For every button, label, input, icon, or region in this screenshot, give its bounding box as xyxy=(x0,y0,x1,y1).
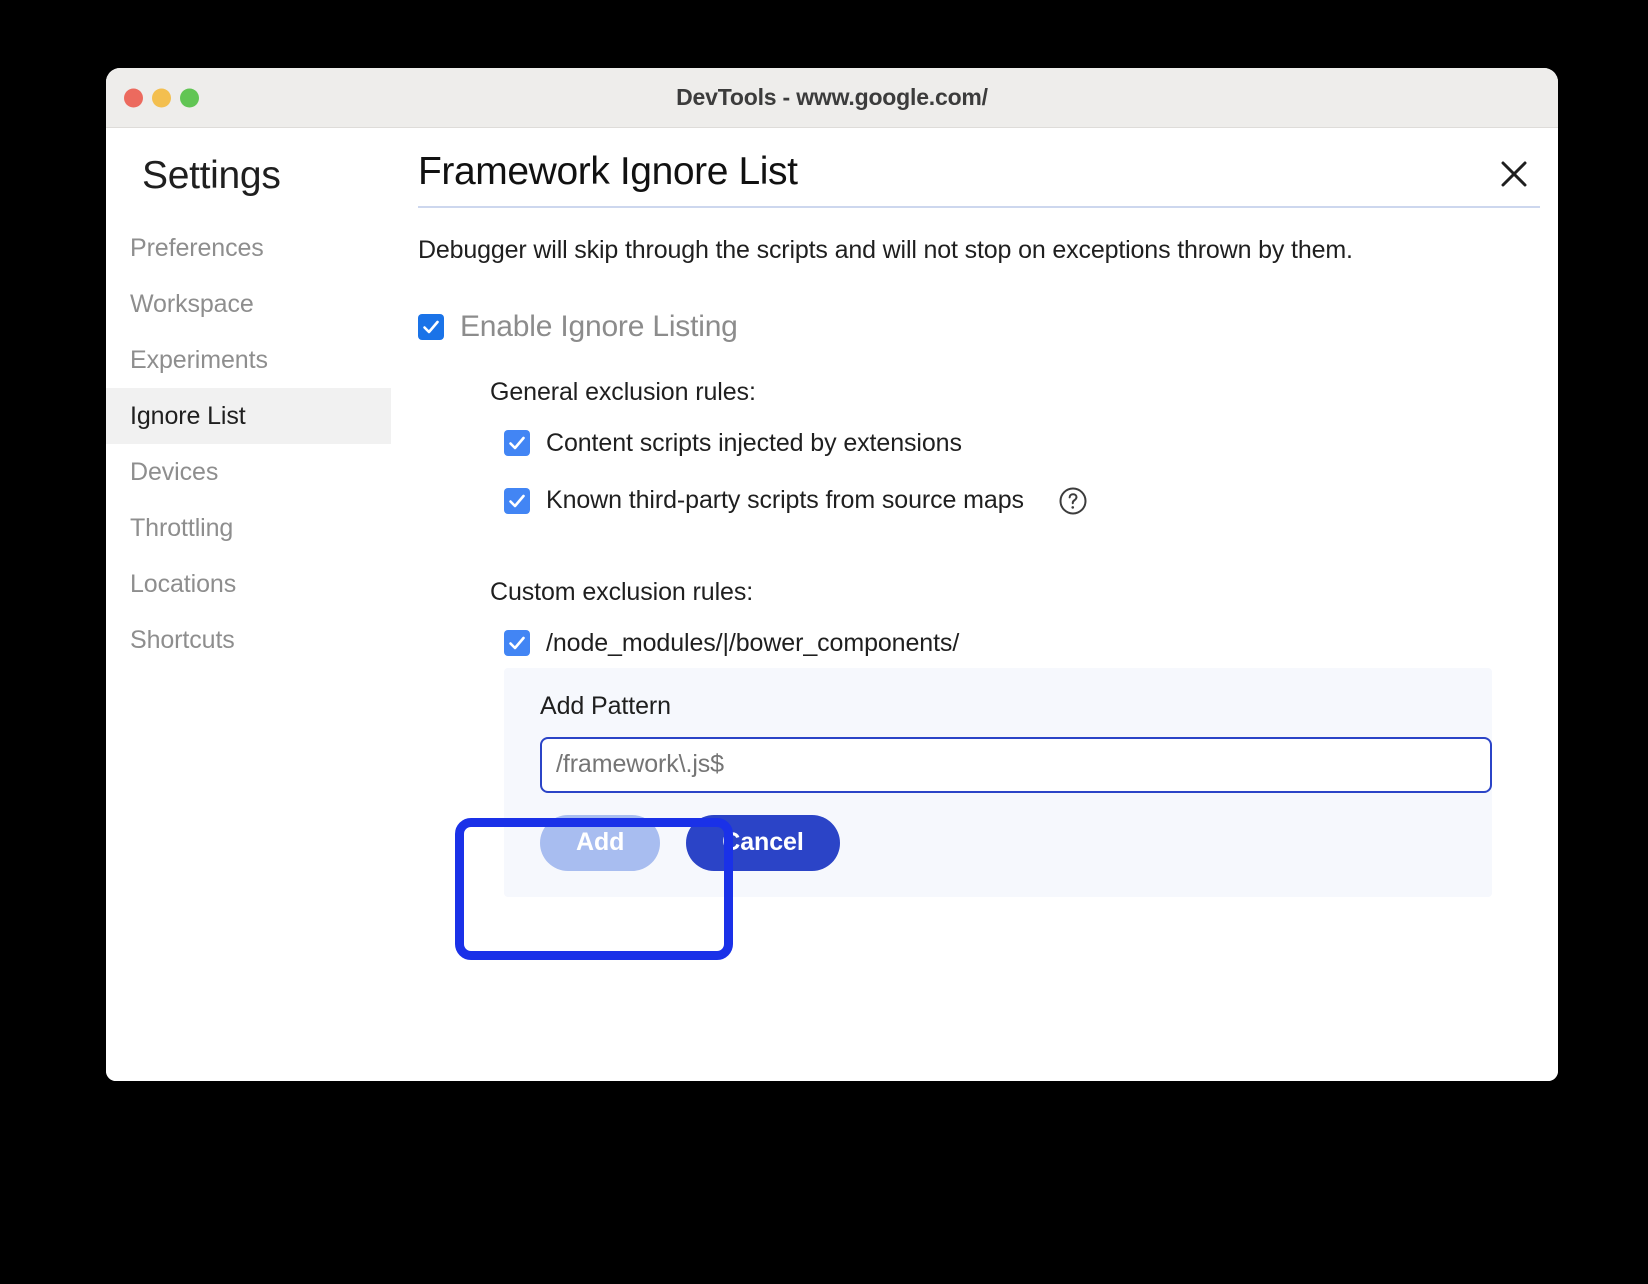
settings-main-panel: Framework Ignore List Debugger will skip… xyxy=(392,128,1558,1081)
third-party-scripts-checkbox[interactable] xyxy=(504,488,530,514)
sidebar-item-shortcuts[interactable]: Shortcuts xyxy=(106,612,391,668)
checkmark-icon xyxy=(507,491,527,511)
rule-row-content-scripts[interactable]: Content scripts injected by extensions xyxy=(504,429,1540,458)
checkmark-icon xyxy=(421,317,441,337)
sidebar-item-locations[interactable]: Locations xyxy=(106,556,391,612)
custom-exclusion-section: Custom exclusion rules: /node_modules/|/… xyxy=(490,578,1540,897)
window-body: Settings Preferences Workspace Experimen… xyxy=(106,128,1558,1081)
custom-exclusion-heading: Custom exclusion rules: xyxy=(490,578,1540,607)
sidebar-item-label: Preferences xyxy=(130,234,264,262)
title-divider xyxy=(418,206,1540,208)
add-pattern-cancel-button[interactable]: Cancel xyxy=(686,815,839,871)
add-pattern-panel: Add Pattern Add Cancel xyxy=(504,668,1492,897)
sidebar-item-workspace[interactable]: Workspace xyxy=(106,276,391,332)
close-icon xyxy=(1499,159,1529,189)
sidebar-item-label: Locations xyxy=(130,570,236,598)
sidebar-item-label: Throttling xyxy=(130,514,233,542)
add-pattern-input[interactable] xyxy=(540,737,1492,793)
add-pattern-button-row: Add Cancel xyxy=(526,815,1468,871)
general-exclusion-list: Content scripts injected by extensions K… xyxy=(490,429,1540,516)
maximize-window-button[interactable] xyxy=(180,88,199,107)
content-scripts-label[interactable]: Content scripts injected by extensions xyxy=(546,429,962,458)
enable-ignore-listing-checkbox[interactable] xyxy=(418,314,444,340)
content-scripts-checkbox[interactable] xyxy=(504,430,530,456)
checkmark-icon xyxy=(507,433,527,453)
rule-row-third-party-scripts[interactable]: Known third-party scripts from source ma… xyxy=(504,486,1540,516)
node-modules-label[interactable]: /node_modules/|/bower_components/ xyxy=(546,629,959,658)
window-title: DevTools - www.google.com/ xyxy=(106,84,1558,111)
custom-exclusion-list: /node_modules/|/bower_components/ xyxy=(490,629,1540,658)
enable-ignore-listing-label[interactable]: Enable Ignore Listing xyxy=(460,310,738,344)
close-window-button[interactable] xyxy=(124,88,143,107)
window-traffic-lights xyxy=(124,88,199,107)
node-modules-checkbox[interactable] xyxy=(504,630,530,656)
third-party-scripts-label[interactable]: Known third-party scripts from source ma… xyxy=(546,486,1024,515)
sidebar-item-devices[interactable]: Devices xyxy=(106,444,391,500)
sidebar-item-label: Ignore List xyxy=(130,402,246,430)
sidebar-title: Settings xyxy=(106,154,391,220)
page-title: Framework Ignore List xyxy=(418,150,1540,194)
checkmark-icon xyxy=(507,633,527,653)
sidebar-item-ignore-list[interactable]: Ignore List xyxy=(106,388,391,444)
section-spacer xyxy=(490,544,1540,578)
add-pattern-label: Add Pattern xyxy=(526,692,1468,721)
add-pattern-add-button[interactable]: Add xyxy=(540,815,660,871)
panel-description: Debugger will skip through the scripts a… xyxy=(418,234,1448,268)
screenshot-root: DevTools - www.google.com/ Settings Pref… xyxy=(0,0,1648,1284)
general-exclusion-heading: General exclusion rules: xyxy=(490,378,1540,407)
general-exclusion-section: General exclusion rules: Content scripts… xyxy=(418,378,1540,897)
devtools-window: DevTools - www.google.com/ Settings Pref… xyxy=(106,68,1558,1081)
minimize-window-button[interactable] xyxy=(152,88,171,107)
sidebar-item-label: Workspace xyxy=(130,290,254,318)
settings-sidebar: Settings Preferences Workspace Experimen… xyxy=(106,128,392,1081)
sidebar-item-label: Devices xyxy=(130,458,218,486)
close-settings-button[interactable] xyxy=(1494,154,1534,194)
sidebar-item-label: Shortcuts xyxy=(130,626,235,654)
sidebar-item-experiments[interactable]: Experiments xyxy=(106,332,391,388)
sidebar-item-label: Experiments xyxy=(130,346,268,374)
rule-row-node-modules[interactable]: /node_modules/|/bower_components/ xyxy=(504,629,1540,658)
window-titlebar: DevTools - www.google.com/ xyxy=(106,68,1558,128)
enable-ignore-listing-row[interactable]: Enable Ignore Listing xyxy=(418,310,1540,344)
sidebar-item-preferences[interactable]: Preferences xyxy=(106,220,391,276)
sidebar-item-throttling[interactable]: Throttling xyxy=(106,500,391,556)
help-circle-icon[interactable] xyxy=(1058,486,1088,516)
